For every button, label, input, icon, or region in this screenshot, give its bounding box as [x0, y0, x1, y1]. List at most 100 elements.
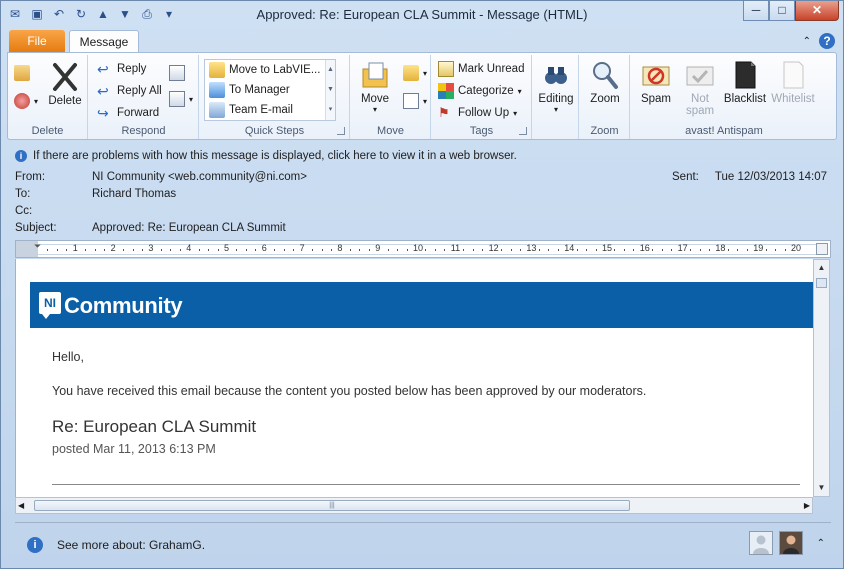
ruler-tick — [699, 249, 701, 251]
subject-label: Subject: — [15, 222, 57, 234]
reply-all-label: Reply All — [117, 85, 162, 97]
ruler-tick — [482, 249, 484, 251]
ruler-tick — [765, 249, 767, 251]
ruler-tick — [690, 249, 692, 251]
whitelist-button-label: Whitelist — [771, 93, 815, 105]
spam-button[interactable]: Spam — [635, 59, 677, 105]
contact-avatar-placeholder[interactable] — [749, 531, 773, 555]
reply-all-button[interactable]: ↩ Reply All — [97, 83, 162, 99]
to-value[interactable]: Richard Thomas — [92, 188, 176, 200]
blacklist-page-icon — [735, 61, 756, 89]
sent-label: Sent: — [672, 171, 699, 183]
zoom-button[interactable]: Zoom — [584, 59, 626, 105]
tab-file[interactable]: File — [9, 30, 65, 53]
tags-launcher-icon[interactable] — [519, 127, 527, 135]
ruler-tick — [727, 249, 729, 251]
scroll-left-icon[interactable]: ◀ — [18, 498, 24, 513]
forward-button[interactable]: ↪ Forward — [97, 105, 159, 121]
ruler-tick — [349, 249, 351, 251]
vertical-scroll-thumb[interactable] — [816, 278, 827, 288]
meeting-icon[interactable] — [169, 65, 185, 81]
ruler-tick — [94, 249, 96, 251]
to-manager-icon — [209, 82, 225, 98]
help-icon[interactable]: ? — [819, 33, 835, 49]
ruler-number: 13 — [526, 243, 537, 253]
more-respond-icon[interactable]: ▾ — [169, 91, 193, 107]
ruler-number: 1 — [72, 243, 78, 253]
spam-button-label: Spam — [640, 93, 672, 105]
scroll-right-icon[interactable]: ▶ — [804, 498, 810, 513]
ruler-tick — [595, 249, 597, 251]
zoom-group: Zoom Zoom — [580, 55, 630, 139]
ruler-tick — [217, 249, 219, 251]
ruler-number: 4 — [186, 243, 192, 253]
ruler-tick — [66, 249, 68, 251]
contact-avatar-photo[interactable] — [779, 531, 803, 555]
blacklist-button[interactable]: Blacklist — [721, 59, 769, 105]
people-pane-text[interactable]: See more about: GrahamG. — [57, 538, 205, 552]
reply-button[interactable]: ↩ Reply — [97, 61, 146, 77]
quick-steps-scroll[interactable]: ▲ ▼ ▾ — [325, 60, 335, 120]
delete-button[interactable]: Delete — [46, 61, 84, 107]
respond-group: ↩ Reply ↩ Reply All ↪ Forward ▾ Respond — [89, 55, 199, 139]
follow-up-button[interactable]: ⚑ Follow Up ▾ — [438, 105, 517, 121]
whitelist-button[interactable]: Whitelist — [769, 59, 817, 105]
quick-steps-launcher-icon[interactable] — [337, 127, 345, 135]
info-bar[interactable]: i If there are problems with how this me… — [7, 146, 837, 166]
ruler-tick — [85, 249, 87, 251]
header-sent: Sent: Tue 12/03/2013 14:07 — [672, 171, 827, 183]
binoculars-icon — [545, 67, 567, 84]
mark-unread-button[interactable]: Mark Unread — [438, 61, 524, 77]
title-bar: ✉ ▣ ↶ ↻ ▲ ▼ ⎙ ▾ Approved: Re: European C… — [1, 1, 843, 29]
categorize-button[interactable]: Categorize ▾ — [438, 83, 522, 99]
info-bar-text: If there are problems with how this mess… — [33, 150, 517, 162]
view-ruler-icon[interactable] — [816, 243, 828, 255]
rules-icon[interactable]: ▾ — [403, 65, 427, 81]
editing-button[interactable]: Editing ▾ — [535, 59, 577, 114]
quick-step-to-manager[interactable]: To Manager — [209, 82, 290, 98]
team-email-icon — [209, 102, 225, 118]
ruler-number: 17 — [677, 243, 688, 253]
forward-label: Forward — [117, 107, 160, 119]
horizontal-scrollbar[interactable]: ◀ ||| ▶ — [15, 497, 813, 514]
community-brand: Community — [64, 293, 183, 318]
ruler-tick — [170, 249, 172, 251]
expand-people-pane-icon[interactable]: ⌃ — [817, 538, 825, 549]
ruler-tick — [132, 249, 134, 251]
scroll-up-icon[interactable]: ▲ — [814, 260, 829, 276]
quick-steps-gallery: Move to LabVIE... To Manager Team E-mail… — [204, 59, 336, 121]
ignore-icon[interactable] — [14, 65, 30, 81]
ruler-tick — [661, 249, 663, 251]
ruler-tick — [141, 249, 143, 251]
ruler-tick — [463, 249, 465, 251]
cc-label: Cc: — [15, 205, 33, 217]
close-button[interactable]: ✕ — [795, 1, 839, 21]
collapse-ribbon-icon[interactable]: ⌃ — [803, 36, 811, 47]
quick-step-move-labview[interactable]: Move to LabVIE... — [209, 62, 320, 78]
ruler-number: 15 — [602, 243, 613, 253]
forward-icon: ↪ — [97, 105, 109, 121]
ruler-tick — [397, 249, 399, 251]
maximize-button[interactable]: □ — [769, 1, 795, 21]
from-value[interactable]: NI Community <web.community@ni.com> — [92, 171, 307, 183]
ruler-tick — [652, 249, 654, 251]
cleanup-icon[interactable]: ▾ — [14, 93, 38, 109]
horizontal-scroll-thumb[interactable]: ||| — [34, 500, 630, 511]
move-button[interactable]: Move ▾ — [357, 59, 393, 114]
tab-message[interactable]: Message — [69, 30, 139, 54]
ruler-tick — [274, 249, 276, 251]
minimize-button[interactable]: ─ — [743, 1, 769, 21]
window-controls: ─ □ ✕ — [743, 1, 839, 21]
ruler-tick — [671, 249, 673, 251]
ribbon: ▾ Delete Delete ↩ Reply ↩ Reply All ↪ Forwa… — [7, 52, 837, 140]
scroll-down-icon[interactable]: ▼ — [814, 480, 829, 496]
quick-step-team-email[interactable]: Team E-mail — [209, 102, 293, 118]
actions-icon[interactable]: ▾ — [403, 93, 427, 109]
post-title[interactable]: Re: European CLA Summit — [52, 417, 256, 437]
ribbon-tabs: File Message ⌃ ? — [1, 29, 843, 54]
not-spam-button[interactable]: Not spam — [679, 59, 721, 117]
ruler-tick — [312, 249, 314, 251]
ruler-indent-marker-icon[interactable]: ⏷ — [34, 241, 41, 252]
community-banner: NI Community — [30, 282, 814, 328]
vertical-scrollbar[interactable]: ▲ ▼ — [813, 259, 830, 497]
